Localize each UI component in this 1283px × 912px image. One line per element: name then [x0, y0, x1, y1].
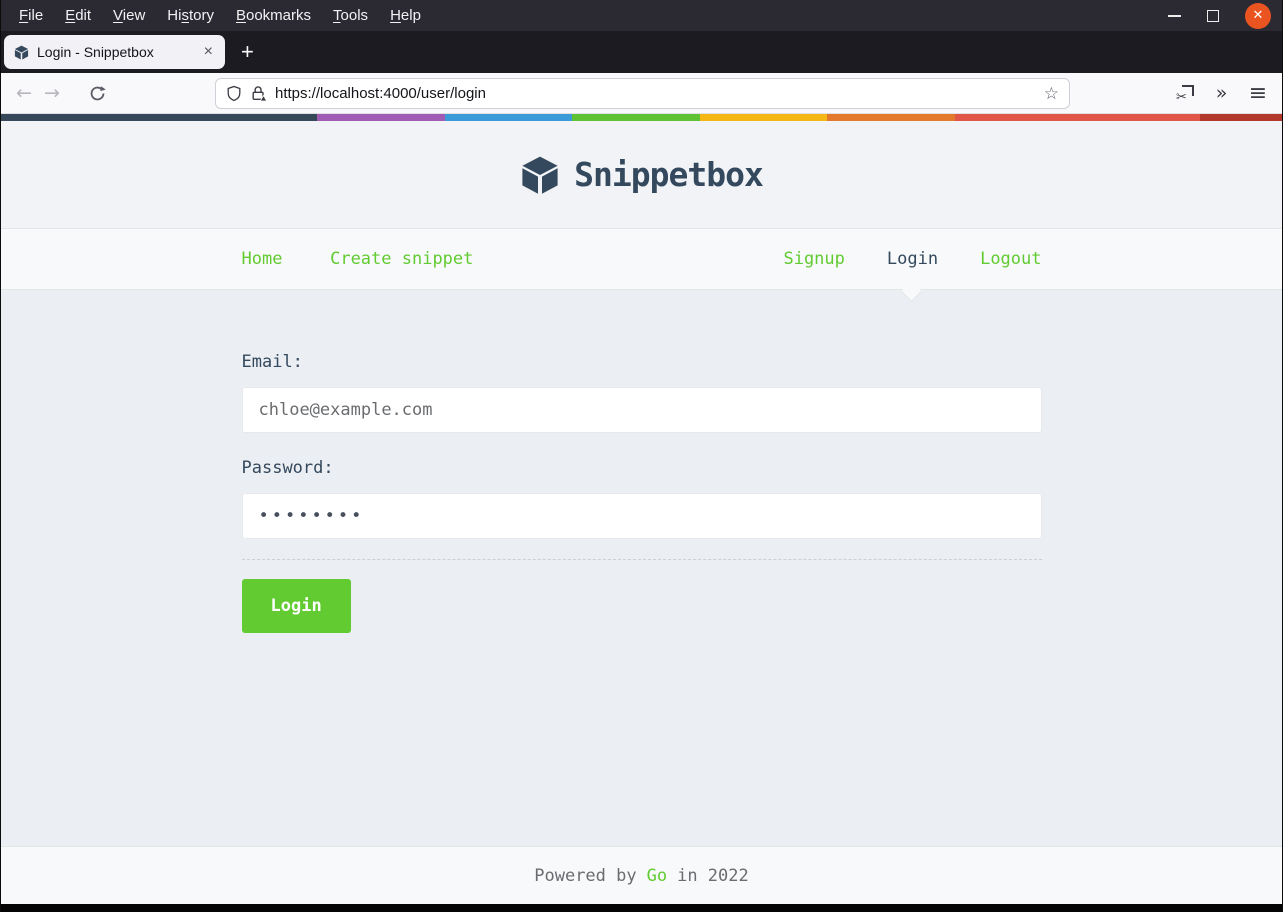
- rainbow-stripe: [0, 114, 1283, 121]
- main-content: Email: Password: Login: [0, 290, 1283, 846]
- close-window-button[interactable]: ✕: [1245, 2, 1271, 29]
- stripe-segment: [445, 114, 572, 121]
- nav-create-snippet-link[interactable]: Create snippet: [330, 249, 473, 269]
- screenshot-icon[interactable]: ✂: [1172, 73, 1200, 113]
- stripe-segment: [0, 114, 317, 121]
- menu-bookmarks[interactable]: Bookmarks: [225, 7, 322, 24]
- site-header: Snippetbox: [0, 121, 1283, 228]
- snippetbox-favicon-icon: [14, 45, 29, 60]
- app-menu-icon[interactable]: ≡: [1244, 73, 1272, 113]
- url-bar[interactable]: https://localhost:4000/user/login ☆: [215, 78, 1070, 109]
- password-field[interactable]: [241, 493, 1042, 539]
- forward-icon[interactable]: →: [40, 73, 64, 113]
- password-label: Password:: [241, 458, 334, 478]
- menu-help[interactable]: Help: [379, 7, 432, 24]
- window-controls: ✕: [1168, 0, 1271, 31]
- email-field[interactable]: [241, 387, 1042, 433]
- browser-toolbar: ← → https://localhost:4000/user/login ☆ …: [0, 73, 1283, 114]
- tab-close-icon[interactable]: ×: [202, 43, 215, 61]
- maximize-button[interactable]: [1207, 9, 1219, 22]
- email-label: Email:: [241, 352, 303, 372]
- tracking-shield-icon[interactable]: [226, 85, 242, 102]
- footer-text-before: Powered by: [534, 865, 637, 886]
- lock-warning-icon[interactable]: [250, 85, 267, 102]
- tab-login-snippetbox[interactable]: Login - Snippetbox ×: [4, 35, 225, 69]
- menu-file[interactable]: File: [8, 7, 54, 24]
- nav-login-link[interactable]: Login: [886, 249, 939, 303]
- menu-view[interactable]: View: [102, 7, 156, 24]
- browser-tabbar: Login - Snippetbox × +: [0, 31, 1283, 73]
- login-form: Email: Password: Login: [241, 352, 1042, 633]
- nav-left-group: Home Create snippet: [242, 249, 512, 269]
- nav-logout-link[interactable]: Logout: [980, 249, 1041, 269]
- footer-text-after: in 2022: [677, 865, 749, 886]
- new-tab-button[interactable]: +: [241, 39, 254, 65]
- tab-title: Login - Snippetbox: [37, 44, 154, 60]
- login-submit-button[interactable]: Login: [241, 579, 351, 633]
- nav-right-group: Signup Login Logout: [783, 249, 1042, 303]
- menu-tools[interactable]: Tools: [322, 7, 379, 24]
- snippetbox-logo-icon: [522, 156, 558, 194]
- footer-go-link[interactable]: Go: [647, 866, 667, 886]
- menu-history[interactable]: History: [156, 7, 225, 24]
- stripe-segment: [955, 114, 1200, 121]
- brand-title: Snippetbox: [574, 155, 764, 194]
- minimize-button[interactable]: [1168, 14, 1181, 17]
- site-footer: Powered by Go in 2022: [0, 846, 1283, 904]
- nav-login-label: Login: [886, 249, 939, 269]
- url-text[interactable]: https://localhost:4000/user/login: [275, 85, 1036, 102]
- form-divider: [241, 559, 1042, 560]
- site-nav: Home Create snippet Signup Login Logout: [0, 228, 1283, 303]
- stripe-segment: [1200, 114, 1283, 121]
- stripe-segment: [572, 114, 700, 121]
- bookmark-star-icon[interactable]: ☆: [1044, 84, 1059, 104]
- overflow-menu-icon[interactable]: »: [1208, 73, 1234, 113]
- nav-home-link[interactable]: Home: [242, 249, 283, 269]
- back-icon[interactable]: ←: [12, 73, 36, 113]
- stripe-segment: [827, 114, 955, 121]
- window-bottom-edge: [0, 904, 1283, 912]
- reload-icon[interactable]: [84, 73, 110, 113]
- stripe-segment: [317, 114, 445, 121]
- menu-edit[interactable]: Edit: [54, 7, 102, 24]
- stripe-segment: [700, 114, 827, 121]
- browser-menubar: File Edit View History Bookmarks Tools H…: [0, 0, 1283, 31]
- nav-signup-link[interactable]: Signup: [783, 249, 844, 269]
